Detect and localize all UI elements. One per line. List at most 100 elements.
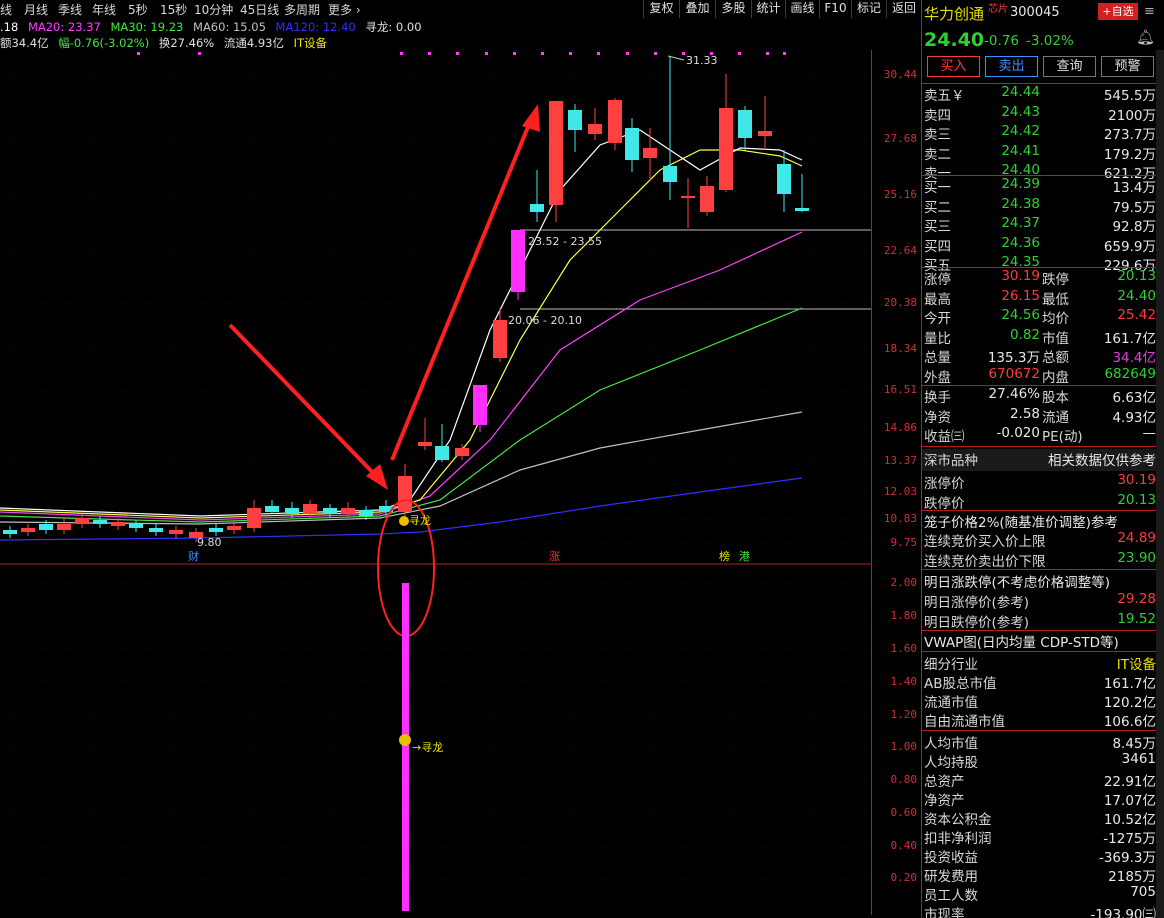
bid-row-right: 659.9万 xyxy=(1103,238,1156,255)
period-1[interactable]: 月线 xyxy=(24,1,48,18)
toolbar-button-0[interactable]: 复权 xyxy=(643,0,679,18)
stat-row: 外盘 670672 内盘 682649 xyxy=(924,365,1156,386)
high-label: 31.33 xyxy=(686,54,718,67)
stat2-row-label2: 流通 xyxy=(1042,409,1069,426)
period-8[interactable]: 多周期 xyxy=(284,1,320,18)
ma5-value: .18 xyxy=(0,20,19,34)
stat2-row-value1: 2.58 xyxy=(1009,405,1040,422)
candle-body xyxy=(719,108,733,190)
menu-icon[interactable]: ≡ xyxy=(1144,4,1155,19)
add-watchlist-button[interactable]: +自选 xyxy=(1098,3,1138,20)
candle-body xyxy=(285,508,299,514)
toolbar-button-4[interactable]: 画线 xyxy=(785,0,819,18)
sell-button[interactable]: 卖出 xyxy=(985,56,1038,77)
toolbar-button-3[interactable]: 统计 xyxy=(751,0,785,18)
candle-body xyxy=(209,528,223,532)
price-tick: 27.68 xyxy=(883,132,917,145)
period-0[interactable]: 线 xyxy=(0,1,12,18)
separator xyxy=(922,446,1164,447)
bid-row: 买一 24.39 13.4万 xyxy=(924,176,1156,196)
alert-button[interactable]: 预警 xyxy=(1101,56,1154,77)
period-2[interactable]: 季线 xyxy=(58,1,82,18)
stat-row-label2: 最低 xyxy=(1042,291,1069,308)
amount-value: 额34.4亿 xyxy=(0,36,49,50)
stat-row-value1: 670672 xyxy=(988,365,1040,382)
period-4[interactable]: 5秒 xyxy=(128,1,148,18)
price-tick: 20.38 xyxy=(883,296,917,309)
vwap-link[interactable]: VWAP图(日内均量 CDP-STD等) xyxy=(924,631,1156,651)
industry-value: IT设备 xyxy=(293,36,328,50)
fund-row-label: 人均持股 xyxy=(924,755,978,771)
toolbar-button-6[interactable]: 标记 xyxy=(851,0,886,18)
fund-row-right: 17.07亿 xyxy=(1103,793,1156,809)
candle-body xyxy=(39,524,53,530)
bid-row-right: 92.8万 xyxy=(1112,219,1156,235)
fund-row: 人均持股 3461 xyxy=(924,751,1156,771)
candle-body xyxy=(777,164,791,194)
indicator-tick: 0.60 xyxy=(890,806,918,819)
stat-row-value1: 26.15 xyxy=(1001,287,1040,304)
toolbar-button-1[interactable]: 叠加 xyxy=(679,0,715,18)
stat-row-value2: 682649 xyxy=(1104,365,1156,382)
candle-body xyxy=(511,230,525,292)
next-row-label: 明日涨停价(参考) xyxy=(924,595,1030,611)
candle-body xyxy=(93,520,107,524)
ask-row-mid: 24.43 xyxy=(1001,103,1040,120)
stock-name: 华力创通 xyxy=(924,5,985,23)
annotation-arrowhead xyxy=(522,104,540,132)
bid-row: 买三 24.37 92.8万 xyxy=(924,215,1156,235)
money-bag-icon xyxy=(399,734,411,746)
signal-dot xyxy=(682,52,685,55)
signal-dot xyxy=(626,52,629,55)
fund-row-label: 细分行业 xyxy=(924,657,978,673)
turnover-value: 换27.46% xyxy=(158,36,215,50)
current-price: 24.40 xyxy=(924,29,985,51)
ask-row: 卖五￥ 24.44 545.5万 xyxy=(924,84,1156,104)
stat-row-label1: 外盘 xyxy=(924,369,951,386)
candle-body xyxy=(625,128,639,160)
query-button[interactable]: 查询 xyxy=(1043,56,1096,77)
period-7[interactable]: 45日线 xyxy=(240,1,279,18)
toolbar-button-2[interactable]: 多股 xyxy=(715,0,751,18)
limit-row-label: 跌停价 xyxy=(924,495,965,512)
fund-row-label: 流通市值 xyxy=(924,695,978,711)
toolbar-button-5[interactable]: F10 xyxy=(819,0,851,18)
candle-body xyxy=(341,508,355,514)
stat-row-label1: 总量 xyxy=(924,350,951,366)
ask-row: 卖三 24.42 273.7万 xyxy=(924,123,1156,143)
fund-row-right: 705 xyxy=(1130,884,1156,900)
candle-body xyxy=(643,148,657,158)
fund-row-right: 22.91亿 xyxy=(1103,774,1156,790)
next-row-right: 19.52 xyxy=(1117,610,1156,627)
concept-tag[interactable]: 芯片 xyxy=(988,0,1008,15)
bell-icon[interactable]: 🔔︎ xyxy=(1136,28,1155,46)
annotation-arrow xyxy=(228,323,382,482)
next-row-label: 明日跌停价(参考) xyxy=(924,614,1030,631)
period-6[interactable]: 10分钟 xyxy=(194,1,233,18)
kline-chart[interactable]: 31.33 9.80 23.52 - 23.55 20.06 - 20.10 寻龙财 涨 榜… xyxy=(0,0,871,918)
stat-row-label1: 最高 xyxy=(924,291,951,308)
candle-body xyxy=(398,476,412,512)
toolbar-button-7[interactable]: 返回 xyxy=(886,0,921,18)
stock-code: 300045 xyxy=(1010,5,1060,20)
period-9[interactable]: 更多 › xyxy=(328,1,361,18)
fund-row-label: 投资收益 xyxy=(924,850,978,866)
candle-body xyxy=(738,110,752,138)
indicator-tick: 1.00 xyxy=(890,740,918,753)
period-5[interactable]: 15秒 xyxy=(160,1,187,18)
cage-row: 连续竞价卖出价下限 23.90 xyxy=(924,550,1156,570)
stat2-row-value1: -0.020 xyxy=(996,425,1040,441)
bid-row: 买二 24.38 79.5万 xyxy=(924,196,1156,216)
ma20-value: MA20: 23.37 xyxy=(27,20,101,34)
stat-row-value2: 20.13 xyxy=(1117,268,1156,284)
market-title: 深市品种 xyxy=(924,453,978,469)
limit-row-right: 20.13 xyxy=(1117,491,1156,508)
candle-body xyxy=(75,518,89,524)
period-3[interactable]: 年线 xyxy=(92,1,116,18)
buy-button[interactable]: 买入 xyxy=(927,56,980,77)
candle-body xyxy=(435,446,449,460)
bid-row-label: 买三 xyxy=(924,219,951,235)
cage-row-label: 连续竞价买入价上限 xyxy=(924,534,1046,550)
stat2-row-label2: PE(动) xyxy=(1042,429,1083,445)
ask-row: 卖四 24.43 2100万 xyxy=(924,103,1156,124)
